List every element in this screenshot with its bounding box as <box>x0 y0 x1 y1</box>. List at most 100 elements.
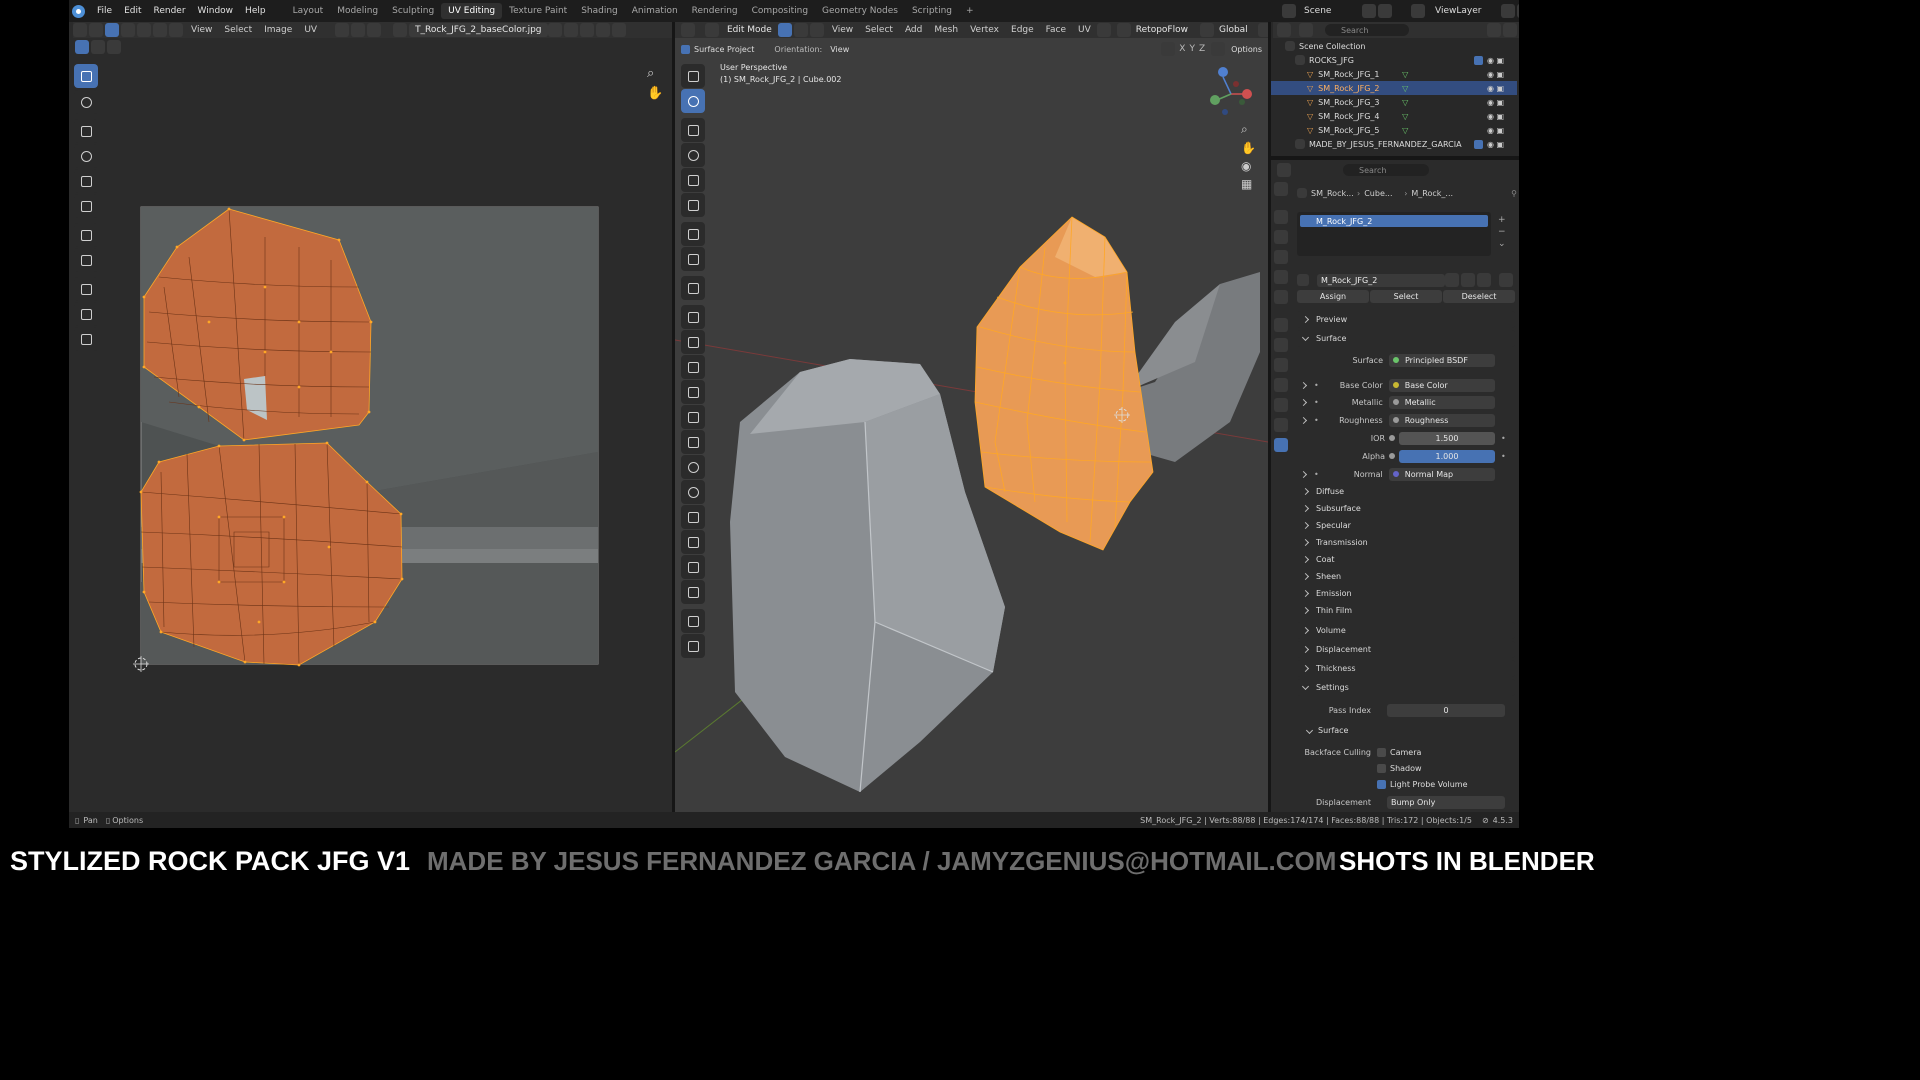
light-probe-checkbox[interactable] <box>1377 779 1386 789</box>
unlink-material-icon[interactable] <box>1477 273 1491 287</box>
select-circle-tool-icon[interactable] <box>681 89 705 113</box>
bevel-tool-icon[interactable] <box>681 355 705 379</box>
outliner-item-rock-1[interactable]: ▽ SM_Rock_JFG_1 ▽ ◉ ▣ <box>1271 67 1517 81</box>
constraints-tab-icon[interactable] <box>1274 398 1288 412</box>
camera-view-icon[interactable]: ◉ <box>1241 159 1256 173</box>
subpanel-sheen[interactable]: Sheen <box>1297 568 1515 585</box>
base-color-field[interactable]: Base Color <box>1388 378 1495 392</box>
tab-scripting[interactable]: Scripting <box>905 3 959 19</box>
object-tab-icon[interactable] <box>1274 318 1288 332</box>
settings-surface-header[interactable]: Surface <box>1305 723 1515 737</box>
tab-uv-editing[interactable]: UV Editing <box>441 3 503 19</box>
menu-window[interactable]: Window <box>192 6 240 16</box>
tab-geometry-nodes[interactable]: Geometry Nodes <box>815 3 905 19</box>
preview-panel-header[interactable]: Preview <box>1297 311 1515 328</box>
select-button[interactable]: Select <box>1370 290 1442 303</box>
new-collection-icon[interactable] <box>1503 23 1517 37</box>
shadow-checkbox[interactable] <box>1377 763 1386 773</box>
subpanel-specular[interactable]: Specular <box>1297 517 1515 534</box>
tab-rendering[interactable]: Rendering <box>685 3 745 19</box>
visibility-eye-icon[interactable]: ◉ ▣ <box>1487 56 1517 65</box>
tab-animation[interactable]: Animation <box>625 3 685 19</box>
material-tab-icon[interactable] <box>1274 438 1288 452</box>
collection-include-checkbox[interactable] <box>1474 139 1483 149</box>
tool-tab-icon[interactable] <box>1274 182 1288 196</box>
uv-editor[interactable]: View Select Image UV T_Rock_JFG_2_baseCo… <box>69 22 672 812</box>
rock-1-mesh[interactable] <box>730 359 1005 793</box>
display-mode-icon[interactable] <box>1299 23 1313 37</box>
tweak-tool-icon[interactable] <box>681 64 705 88</box>
volume-panel-header[interactable]: Volume <box>1297 622 1515 639</box>
roughness-field[interactable]: Roughness <box>1388 413 1495 427</box>
filter-icon[interactable] <box>1499 273 1513 287</box>
rock-2-selected-mesh[interactable] <box>974 216 1154 551</box>
blender-logo-icon[interactable] <box>72 4 85 18</box>
measure-tool-icon[interactable] <box>681 247 705 271</box>
outliner-item-rock-3[interactable]: ▽ SM_Rock_JFG_3 ▽ ◉ ▣ <box>1271 95 1517 109</box>
modifier-tab-icon[interactable] <box>1274 338 1288 352</box>
rotate-tool-icon[interactable] <box>681 143 705 167</box>
subpanel-emission[interactable]: Emission <box>1297 585 1515 602</box>
data-tab-icon[interactable] <box>1274 418 1288 432</box>
normal-field[interactable]: Normal Map <box>1388 467 1495 481</box>
visibility-eye-icon[interactable]: ◉ ▣ <box>1487 98 1517 107</box>
visibility-eye-icon[interactable]: ◉ ▣ <box>1487 112 1517 121</box>
material-slot-item[interactable]: M_Rock_JFG_2 <box>1300 215 1488 227</box>
camera-checkbox[interactable] <box>1377 747 1386 757</box>
ior-field[interactable]: 1.500 <box>1399 431 1495 445</box>
collection-include-checkbox[interactable] <box>1474 55 1483 65</box>
pass-index-field[interactable]: 0 <box>1387 703 1505 717</box>
outliner-search-input[interactable]: Search <box>1325 24 1409 36</box>
3d-scene[interactable] <box>675 22 1268 812</box>
tab-shading[interactable]: Shading <box>574 3 625 19</box>
deselect-button[interactable]: Deselect <box>1443 290 1515 303</box>
subpanel-subsurface[interactable]: Subsurface <box>1297 500 1515 517</box>
tab-layout[interactable]: Layout <box>286 3 331 19</box>
tab-texture-paint[interactable]: Texture Paint <box>502 3 574 19</box>
outliner-item-rock-4[interactable]: ▽ SM_Rock_JFG_4 ▽ ◉ ▣ <box>1271 109 1517 123</box>
add-workspace-button[interactable]: + <box>959 3 981 19</box>
fake-user-icon[interactable] <box>1445 273 1459 287</box>
scale-tool-icon[interactable] <box>681 168 705 192</box>
new-scene-icon[interactable] <box>1362 4 1376 18</box>
3d-viewport[interactable]: Edit Mode View Select Add Mesh Vertex Ed… <box>675 22 1288 812</box>
outliner-item-rock-5[interactable]: ▽ SM_Rock_JFG_5 ▽ ◉ ▣ <box>1271 123 1517 137</box>
thickness-panel-header[interactable]: Thickness <box>1297 660 1515 677</box>
scene-selector[interactable]: Scene <box>1282 3 1394 19</box>
navigation-gizmo-icon[interactable] <box>1210 67 1252 115</box>
visibility-eye-icon[interactable]: ◉ ▣ <box>1487 70 1517 79</box>
surface-panel-header[interactable]: Surface <box>1297 330 1515 347</box>
new-viewlayer-icon[interactable] <box>1501 4 1515 18</box>
poly-build-tool-icon[interactable] <box>681 430 705 454</box>
shrink-fatten-tool-icon[interactable] <box>681 530 705 554</box>
outliner-item-rock-2[interactable]: ▽ SM_Rock_JFG_2 ▽ ◉ ▣ <box>1271 81 1517 95</box>
ortho-grid-icon[interactable]: ▦ <box>1241 177 1256 191</box>
surface-shader-field[interactable]: Principled BSDF <box>1389 353 1495 367</box>
subpanel-transmission[interactable]: Transmission <box>1297 534 1515 551</box>
subpanel-coat[interactable]: Coat <box>1297 551 1515 568</box>
tab-modeling[interactable]: Modeling <box>330 3 385 19</box>
filter-icon[interactable] <box>1487 23 1501 37</box>
editor-type-icon[interactable] <box>1277 163 1291 177</box>
uv-canvas[interactable] <box>69 22 672 812</box>
view-layer-tab-icon[interactable] <box>1274 250 1288 264</box>
menu-edit[interactable]: Edit <box>118 6 147 16</box>
tab-sculpting[interactable]: Sculpting <box>385 3 441 19</box>
settings-panel-header[interactable]: Settings <box>1297 679 1515 696</box>
material-browse-icon[interactable] <box>1297 274 1309 286</box>
displacement-panel-header[interactable]: Displacement <box>1297 641 1515 658</box>
particles-tab-icon[interactable] <box>1274 358 1288 372</box>
pin-icon[interactable]: ⚲ <box>1511 189 1517 198</box>
subpanel-diffuse[interactable]: Diffuse <box>1297 483 1515 500</box>
made-by-collection-row[interactable]: MADE_BY_JESUS_FERNANDEZ_GARCIA ◉ ▣ <box>1271 137 1517 151</box>
menu-render[interactable]: Render <box>148 6 192 16</box>
loop-cut-tool-icon[interactable] <box>681 380 705 404</box>
material-slot-list[interactable]: M_Rock_JFG_2 <box>1297 212 1491 256</box>
slot-add-remove-buttons[interactable]: + − ⌄ <box>1498 214 1506 250</box>
subpanel-thin-film[interactable]: Thin Film <box>1297 602 1515 619</box>
annotate-tool-icon[interactable] <box>681 222 705 246</box>
menu-file[interactable]: File <box>91 6 118 16</box>
editor-type-icon[interactable] <box>1277 23 1291 37</box>
smooth-tool-icon[interactable] <box>681 480 705 504</box>
knife-tool-icon[interactable] <box>681 405 705 429</box>
